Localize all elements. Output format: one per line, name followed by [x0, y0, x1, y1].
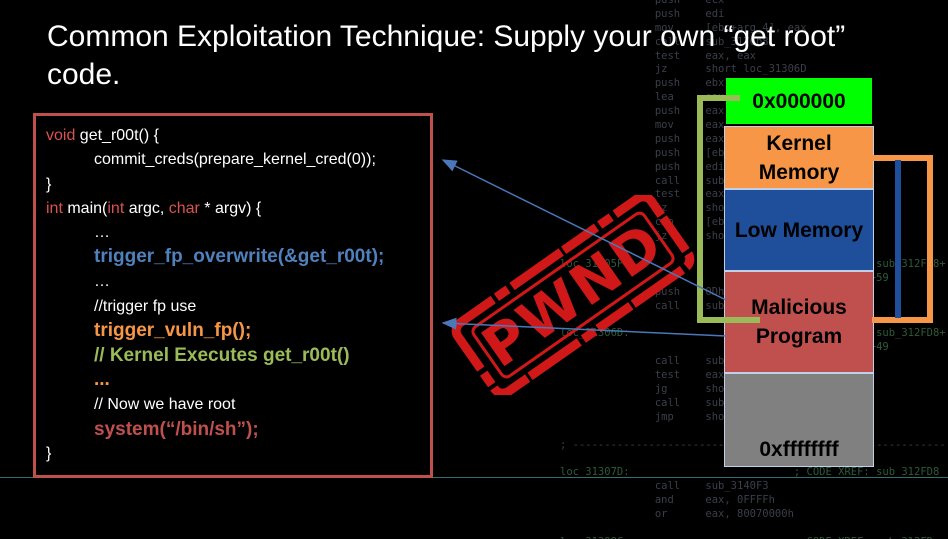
green-bracket [697, 95, 760, 323]
arrow-to-trigger [441, 317, 727, 337]
pointer-overlay [441, 95, 933, 337]
arrow-to-get-r00t [441, 159, 727, 301]
